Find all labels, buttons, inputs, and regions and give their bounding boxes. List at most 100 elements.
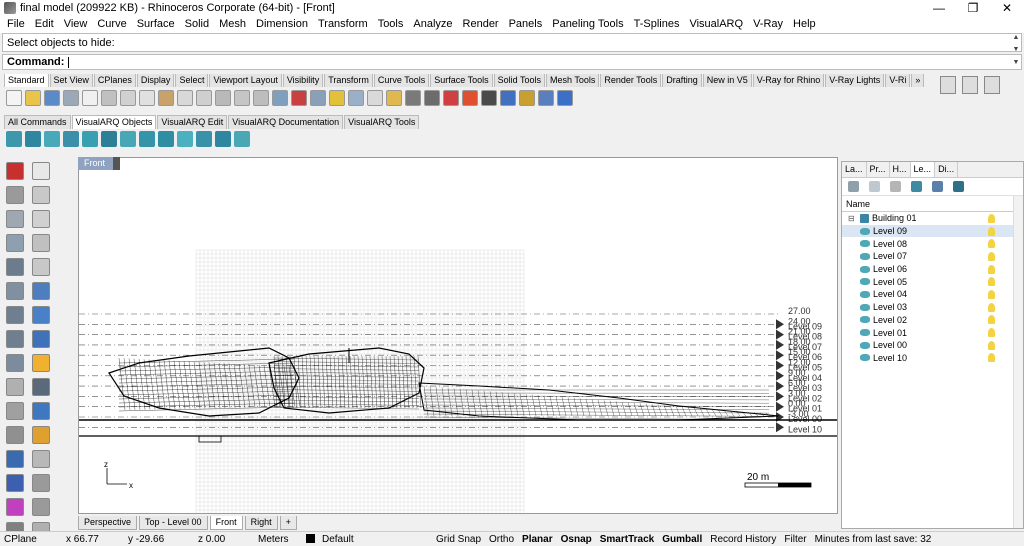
menu-item-3[interactable]: Curve	[92, 16, 131, 33]
smarttrack-toggle[interactable]: SmartTrack	[596, 534, 658, 545]
new-building-icon[interactable]	[848, 181, 859, 192]
menu-item-15[interactable]: VisualARQ	[684, 16, 748, 33]
toolbar-tab-7[interactable]: Transform	[324, 74, 373, 87]
left-tool-icon-26[interactable]	[6, 474, 24, 492]
standard-tool-icon-7[interactable]	[139, 90, 155, 106]
left-tool-icon-12[interactable]	[6, 306, 24, 324]
panel-tab-1[interactable]: Pr...	[867, 162, 890, 177]
toolbar-tab-0[interactable]: Standard	[4, 74, 49, 87]
record-history-toggle[interactable]: Record History	[706, 534, 780, 545]
menu-item-11[interactable]: Render	[458, 16, 504, 33]
standard-tool-icon-3[interactable]	[63, 90, 79, 106]
viewport-title-tab[interactable]: Front	[78, 157, 120, 170]
left-tool-icon-20[interactable]	[6, 402, 24, 420]
visualarq-tool-icon-10[interactable]	[196, 131, 212, 147]
standard-tool-icon-14[interactable]	[272, 90, 288, 106]
menu-item-8[interactable]: Transform	[313, 16, 373, 33]
level-row[interactable]: Level 10	[842, 352, 1023, 365]
level-group-icon[interactable]	[911, 181, 922, 192]
standard-tool-icon-5[interactable]	[101, 90, 117, 106]
command-scrollbar[interactable]: ▲ ▼ ▼	[1010, 33, 1022, 70]
toolbar-tab-6[interactable]: Visibility	[282, 74, 324, 87]
level-row[interactable]: Level 05	[842, 275, 1023, 288]
left-tool-icon-29[interactable]	[32, 498, 50, 516]
toolbar-tab-9[interactable]: Surface Tools	[430, 74, 493, 87]
standard-tool-icon-17[interactable]	[329, 90, 345, 106]
standard-tool-icon-25[interactable]	[481, 90, 497, 106]
toolbar-tab-18[interactable]: »	[911, 74, 925, 87]
lightbulb-icon[interactable]	[988, 213, 995, 223]
left-tool-icon-2[interactable]	[6, 186, 24, 204]
visualarq-tool-icon-4[interactable]	[82, 131, 98, 147]
toolbar-tab-5[interactable]: Viewport Layout	[209, 74, 282, 87]
lightbulb-icon[interactable]	[988, 328, 995, 338]
menu-item-14[interactable]: T-Splines	[629, 16, 685, 33]
osnap-toggle[interactable]: Osnap	[557, 534, 596, 545]
layout-icon[interactable]	[940, 76, 956, 94]
standard-tool-icon-18[interactable]	[348, 90, 364, 106]
standard-tool-icon-0[interactable]	[6, 90, 22, 106]
viewport-tab-4[interactable]: +	[279, 516, 297, 530]
standard-tool-icon-23[interactable]	[443, 90, 459, 106]
scroll-down-icon[interactable]: ▼	[1010, 45, 1022, 57]
name-column-header[interactable]: Name	[846, 199, 1013, 209]
level-row[interactable]: Level 04	[842, 288, 1023, 301]
menu-item-17[interactable]: Help	[788, 16, 821, 33]
menu-item-4[interactable]: Surface	[132, 16, 180, 33]
lightbulb-icon[interactable]	[988, 353, 995, 363]
gumball-toggle[interactable]: Gumball	[658, 534, 706, 545]
visualarq-tool-icon-6[interactable]	[120, 131, 136, 147]
menu-item-0[interactable]: File	[2, 16, 30, 33]
grid-snap-toggle[interactable]: Grid Snap	[432, 534, 485, 545]
restore-button[interactable]: ❐	[956, 0, 990, 16]
panel-tab-3[interactable]: Le...	[910, 162, 936, 177]
visualarq-tool-icon-9[interactable]	[177, 131, 193, 147]
toolbar-tab-11[interactable]: Mesh Tools	[545, 74, 600, 87]
properties-icon[interactable]	[932, 181, 943, 192]
visualarq-tool-icon-0[interactable]	[6, 131, 22, 147]
cplane-label[interactable]: CPlane	[0, 534, 62, 545]
left-tool-icon-7[interactable]	[32, 234, 50, 252]
standard-tool-icon-27[interactable]	[519, 90, 535, 106]
lightbulb-icon[interactable]	[988, 239, 995, 249]
left-tool-icon-28[interactable]	[6, 498, 24, 516]
standard-tool-icon-8[interactable]	[158, 90, 174, 106]
front-viewport[interactable]: 27.00 24.00 Level 09 21.00 Level 08 18.00 Leve…	[78, 157, 838, 514]
menu-item-16[interactable]: V-Ray	[748, 16, 788, 33]
scroll-down-icon-2[interactable]: ▼	[1010, 58, 1022, 70]
menu-item-1[interactable]: Edit	[30, 16, 59, 33]
level-row[interactable]: Level 03	[842, 301, 1023, 314]
standard-tool-icon-26[interactable]	[500, 90, 516, 106]
lightbulb-icon[interactable]	[988, 289, 995, 299]
lightbulb-icon[interactable]	[988, 251, 995, 261]
menu-item-13[interactable]: Paneling Tools	[547, 16, 628, 33]
close-button[interactable]: ✕	[990, 0, 1024, 16]
minimize-button[interactable]: —	[922, 0, 956, 16]
left-tool-icon-16[interactable]	[6, 354, 24, 372]
toolbar-tab-1[interactable]: Set View	[49, 74, 93, 87]
panel-layout-icon[interactable]	[962, 76, 978, 94]
standard-tool-icon-24[interactable]	[462, 90, 478, 106]
left-tool-icon-1[interactable]	[32, 162, 50, 180]
level-row[interactable]: Level 08	[842, 237, 1023, 250]
visualarq-tool-icon-5[interactable]	[101, 131, 117, 147]
standard-tool-icon-16[interactable]	[310, 90, 326, 106]
lightbulb-icon[interactable]	[988, 277, 995, 287]
panel-tab-0[interactable]: La...	[842, 162, 867, 177]
visualarq-tool-icon-3[interactable]	[63, 131, 79, 147]
viewport-tab-0[interactable]: Perspective	[78, 516, 138, 530]
toolbar-tab-17[interactable]: V-Ri	[885, 74, 911, 87]
standard-tool-icon-15[interactable]	[291, 90, 307, 106]
left-tool-icon-9[interactable]	[32, 258, 50, 276]
visualarq-tool-icon-8[interactable]	[158, 131, 174, 147]
menu-item-6[interactable]: Mesh	[214, 16, 251, 33]
toolbar-tab-14[interactable]: New in V5	[702, 74, 752, 87]
ortho-toggle[interactable]: Ortho	[485, 534, 518, 545]
left-tool-icon-0[interactable]	[6, 162, 24, 180]
left-tool-icon-13[interactable]	[32, 306, 50, 324]
left-tool-icon-14[interactable]	[6, 330, 24, 348]
visualarq-tool-icon-12[interactable]	[234, 131, 250, 147]
menu-item-12[interactable]: Panels	[504, 16, 548, 33]
left-tool-icon-17[interactable]	[32, 354, 50, 372]
filter-toggle[interactable]: Filter	[780, 534, 810, 545]
